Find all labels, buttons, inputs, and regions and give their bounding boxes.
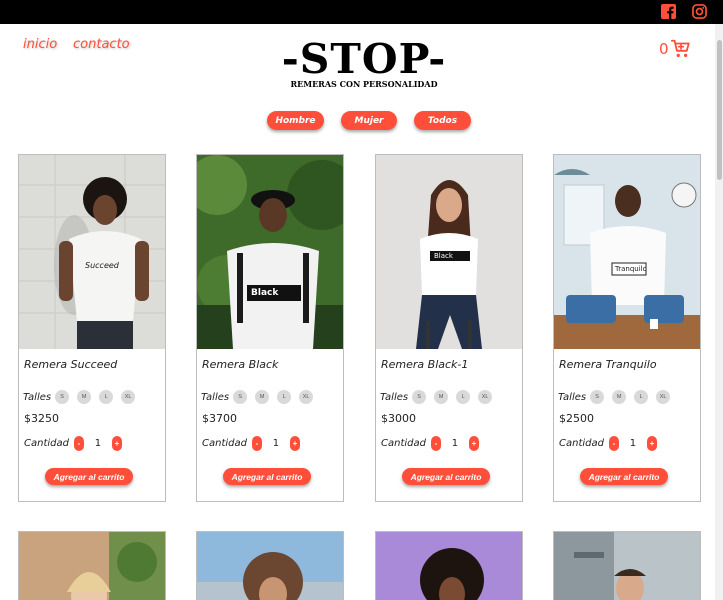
quantity-label: Cantidad: [381, 438, 426, 449]
product-image: Black: [376, 155, 522, 349]
filter-hombre-button[interactable]: Hombre: [267, 111, 324, 130]
facebook-icon[interactable]: [661, 4, 676, 19]
size-selector: Talles S M L XL: [201, 390, 321, 404]
scrollbar-thumb[interactable]: [717, 40, 722, 180]
size-option-s[interactable]: S: [590, 390, 605, 404]
quantity-label: Cantidad: [24, 438, 69, 449]
size-option-xl[interactable]: XL: [478, 390, 493, 404]
product-card: Succeed Remera Succeed Talles S M L XL $…: [18, 154, 166, 502]
shirt-print: Black: [434, 252, 453, 260]
product-image: [554, 532, 700, 600]
logo-subtitle: REMERAS CON PERSONALIDAD: [290, 79, 438, 89]
quantity-increment-button[interactable]: +: [111, 436, 122, 451]
cart-button[interactable]: 0: [659, 38, 692, 60]
product-image: [376, 532, 522, 600]
size-option-s[interactable]: S: [412, 390, 427, 404]
product-image: [197, 532, 343, 600]
product-name: Remera Succeed: [24, 358, 118, 371]
quantity-stepper: Cantidad - 1 +: [24, 436, 122, 451]
quantity-increment-button[interactable]: +: [289, 436, 300, 451]
quantity-value: 1: [272, 438, 280, 449]
product-image: [19, 532, 165, 600]
size-option-l[interactable]: L: [277, 390, 292, 404]
product-image: Succeed: [19, 155, 165, 349]
quantity-label: Cantidad: [559, 438, 604, 449]
filter-mujer-button[interactable]: Mujer: [341, 111, 397, 130]
product-card: [375, 531, 523, 600]
size-option-xl[interactable]: XL: [299, 390, 314, 404]
logo[interactable]: -STOP- REMERAS CON PERSONALIDAD: [281, 38, 447, 89]
shopping-cart-icon: [670, 39, 690, 58]
product-image: Black: [197, 155, 343, 349]
quantity-stepper: Cantidad - 1 +: [559, 436, 657, 451]
shirt-print: Succeed: [85, 261, 119, 270]
size-option-m[interactable]: M: [612, 390, 627, 404]
product-card: Black Remera Black-1 Talles S M L XL $30…: [375, 154, 523, 502]
quantity-increment-button[interactable]: +: [646, 436, 657, 451]
product-image: Tranquilo: [554, 155, 700, 349]
nav-link-inicio[interactable]: inicio: [23, 37, 57, 52]
shirt-print: Tranquilo: [615, 265, 647, 273]
size-option-m[interactable]: M: [434, 390, 449, 404]
logo-title: -STOP-: [281, 35, 447, 83]
quantity-stepper: Cantidad - 1 +: [202, 436, 300, 451]
quantity-decrement-button[interactable]: -: [251, 436, 262, 451]
product-card: Tranquilo Remera Tranquilo Talles S M L …: [553, 154, 701, 502]
quantity-value: 1: [94, 438, 102, 449]
add-to-cart-button[interactable]: Agregar al carrito: [45, 468, 133, 485]
product-card: [553, 531, 701, 600]
product-name: Remera Tranquilo: [559, 358, 657, 371]
quantity-increment-button[interactable]: +: [468, 436, 479, 451]
product-price: $2500: [559, 412, 594, 425]
size-option-l[interactable]: L: [456, 390, 471, 404]
size-selector: Talles S M L XL: [23, 390, 143, 404]
shirt-print: Black: [251, 288, 279, 298]
filter-todos-button[interactable]: Todos: [414, 111, 471, 130]
size-option-xl[interactable]: XL: [656, 390, 671, 404]
product-card: Black Remera Black Talles S M L XL $3700…: [196, 154, 344, 502]
add-to-cart-button[interactable]: Agregar al carrito: [580, 468, 668, 485]
quantity-decrement-button[interactable]: -: [608, 436, 619, 451]
top-bar: [0, 0, 723, 24]
quantity-value: 1: [629, 438, 637, 449]
product-name: Remera Black-1: [381, 358, 469, 371]
product-price: $3000: [381, 412, 416, 425]
add-to-cart-button[interactable]: Agregar al carrito: [223, 468, 311, 485]
size-option-s[interactable]: S: [233, 390, 248, 404]
nav-link-contacto[interactable]: contacto: [73, 37, 130, 52]
sizes-label: Talles: [201, 391, 230, 403]
sizes-label: Talles: [558, 391, 587, 403]
size-option-s[interactable]: S: [55, 390, 70, 404]
quantity-decrement-button[interactable]: -: [430, 436, 441, 451]
product-name: Remera Black: [202, 358, 279, 371]
size-selector: Talles S M L XL: [380, 390, 500, 404]
quantity-value: 1: [451, 438, 459, 449]
size-option-l[interactable]: L: [99, 390, 114, 404]
size-selector: Talles S M L XL: [558, 390, 678, 404]
product-price: $3700: [202, 412, 237, 425]
product-card: [18, 531, 166, 600]
size-option-m[interactable]: M: [255, 390, 270, 404]
cart-count: 0: [659, 40, 669, 58]
quantity-decrement-button[interactable]: -: [73, 436, 84, 451]
sizes-label: Talles: [23, 391, 52, 403]
size-option-m[interactable]: M: [77, 390, 92, 404]
size-option-xl[interactable]: XL: [121, 390, 136, 404]
quantity-stepper: Cantidad - 1 +: [381, 436, 479, 451]
product-price: $3250: [24, 412, 59, 425]
add-to-cart-button[interactable]: Agregar al carrito: [402, 468, 490, 485]
product-card: [196, 531, 344, 600]
sizes-label: Talles: [380, 391, 409, 403]
quantity-label: Cantidad: [202, 438, 247, 449]
instagram-icon[interactable]: [692, 4, 707, 19]
size-option-l[interactable]: L: [634, 390, 649, 404]
